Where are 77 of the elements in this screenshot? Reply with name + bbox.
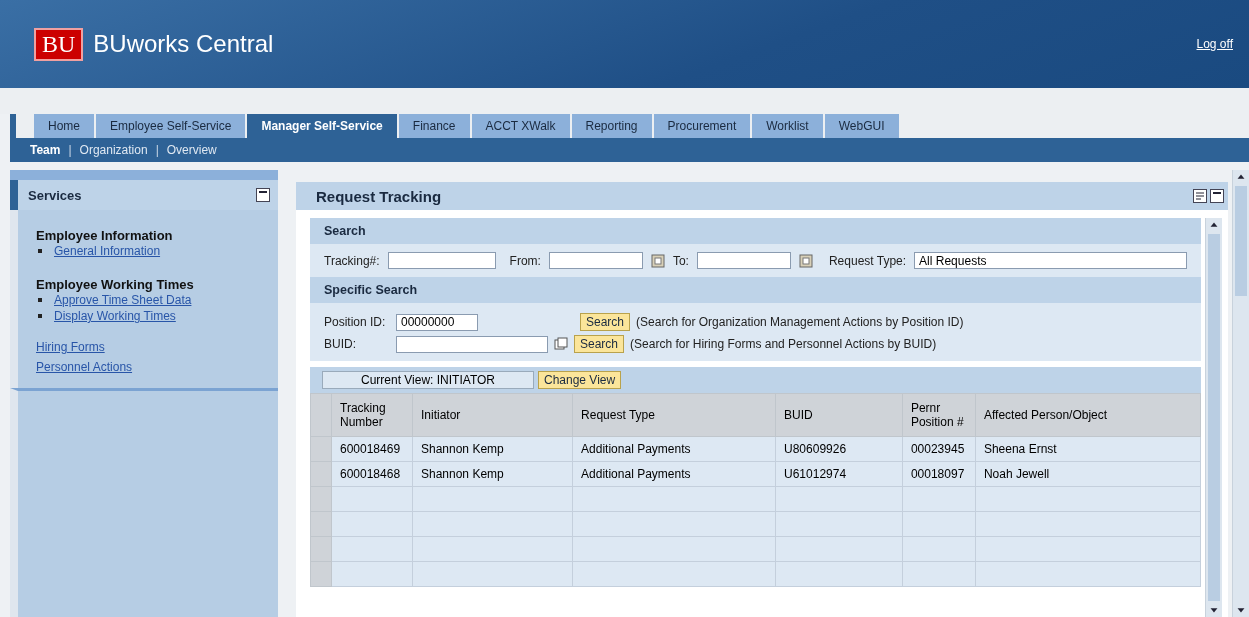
service-link[interactable]: Personnel Actions (36, 360, 260, 374)
table-cell: 600018468 (331, 461, 413, 487)
panel-title: Request Tracking (316, 187, 442, 205)
column-header[interactable]: BUID (775, 393, 903, 437)
table-cell: Additional Payments (572, 461, 776, 487)
minimize-icon[interactable] (1210, 189, 1224, 203)
input-field[interactable] (387, 252, 496, 269)
calendar-icon[interactable] (798, 253, 813, 268)
section-header: Specific Search (310, 277, 1201, 303)
current-view: Current View: INITIATOR (322, 371, 534, 389)
nav-tab[interactable]: Home (34, 114, 94, 138)
nav-tab[interactable]: Reporting (571, 114, 652, 138)
field-label: BUID: (324, 337, 357, 351)
nav-tab[interactable]: Worklist (752, 114, 823, 138)
note-text: (Search for Hiring Forms and Personnel Actions by BUID) (630, 337, 937, 351)
table-cell: Sheena Ernst (975, 436, 1201, 462)
field-label: To: (672, 253, 689, 268)
field-label: Request Type: (828, 253, 907, 268)
note-text: (Search for Organization Management Actions by Position ID) (636, 315, 964, 329)
column-header[interactable]: Tracking Number (331, 393, 413, 437)
services-title: Services (28, 187, 82, 203)
calendar-icon[interactable] (650, 253, 665, 268)
group-heading: Employee Information (36, 228, 174, 243)
nav-tab[interactable]: WebGUI (824, 114, 899, 138)
column-header[interactable]: Initiator (412, 393, 573, 437)
bullet-icon (38, 298, 42, 302)
table-cell: Noah Jewell (975, 461, 1201, 487)
separator: | (155, 143, 159, 157)
input-field[interactable] (696, 252, 791, 269)
nav-tab[interactable]: ACCT XWalk (471, 114, 570, 138)
scroll-thumb[interactable] (1208, 234, 1220, 601)
input-field[interactable]: 00000000 (396, 313, 478, 331)
nav-tab[interactable]: Finance (398, 114, 470, 138)
copy-icon[interactable] (554, 337, 568, 351)
nav-tab[interactable]: Employee Self-Service (96, 114, 246, 138)
section-header: Search (310, 218, 1201, 244)
table-cell: U80609926 (775, 436, 903, 462)
column-header[interactable]: Affected Person/Object (975, 393, 1201, 437)
sub-tab[interactable]: Team (30, 143, 61, 157)
sub-tab[interactable]: Overview (166, 143, 217, 157)
service-link[interactable]: Display Working Times (54, 308, 176, 324)
table-cell: 00018097 (902, 461, 976, 487)
list-icon[interactable] (1193, 189, 1207, 203)
minimize-icon[interactable] (256, 188, 270, 202)
group-heading: Employee Working Times (36, 277, 195, 292)
search-button[interactable]: Search (580, 313, 631, 331)
input-field[interactable]: All Requests (914, 252, 1187, 269)
separator: | (68, 143, 72, 157)
logo: BU (34, 27, 84, 61)
table-cell: Additional Payments (572, 436, 776, 462)
table-cell: 00023945 (902, 436, 976, 462)
service-link[interactable]: General Information (54, 243, 161, 259)
field-label: Position ID: (324, 315, 387, 329)
scrollbar[interactable] (1205, 218, 1222, 617)
sub-tab[interactable]: Organization (79, 143, 148, 157)
change-view-button[interactable]: Change View (538, 371, 622, 389)
service-link[interactable]: Hiring Forms (36, 340, 260, 354)
nav-tab[interactable]: Procurement (653, 114, 751, 138)
bullet-icon (38, 249, 42, 253)
nav-tab[interactable]: Manager Self-Service (247, 114, 397, 138)
table-cell: Shannon Kemp (412, 436, 573, 462)
app-title: BUworks Central (93, 30, 274, 58)
service-link[interactable]: Approve Time Sheet Data (54, 292, 192, 308)
scrollbar[interactable] (1232, 170, 1249, 617)
input-field[interactable] (396, 335, 548, 353)
field-label: Tracking#: (324, 253, 380, 268)
bullet-icon (38, 314, 42, 318)
column-header[interactable]: Pernr Position # (902, 393, 976, 437)
field-label: From: (509, 253, 541, 268)
table-cell: Shannon Kemp (412, 461, 573, 487)
table-cell: U61012974 (775, 461, 903, 487)
scroll-thumb[interactable] (1235, 186, 1247, 296)
search-button[interactable]: Search (574, 335, 625, 353)
column-header[interactable]: Request Type (572, 393, 776, 437)
logoff-link[interactable]: Log off (1196, 37, 1233, 51)
input-field[interactable] (548, 252, 643, 269)
table-cell: 600018469 (331, 436, 413, 462)
